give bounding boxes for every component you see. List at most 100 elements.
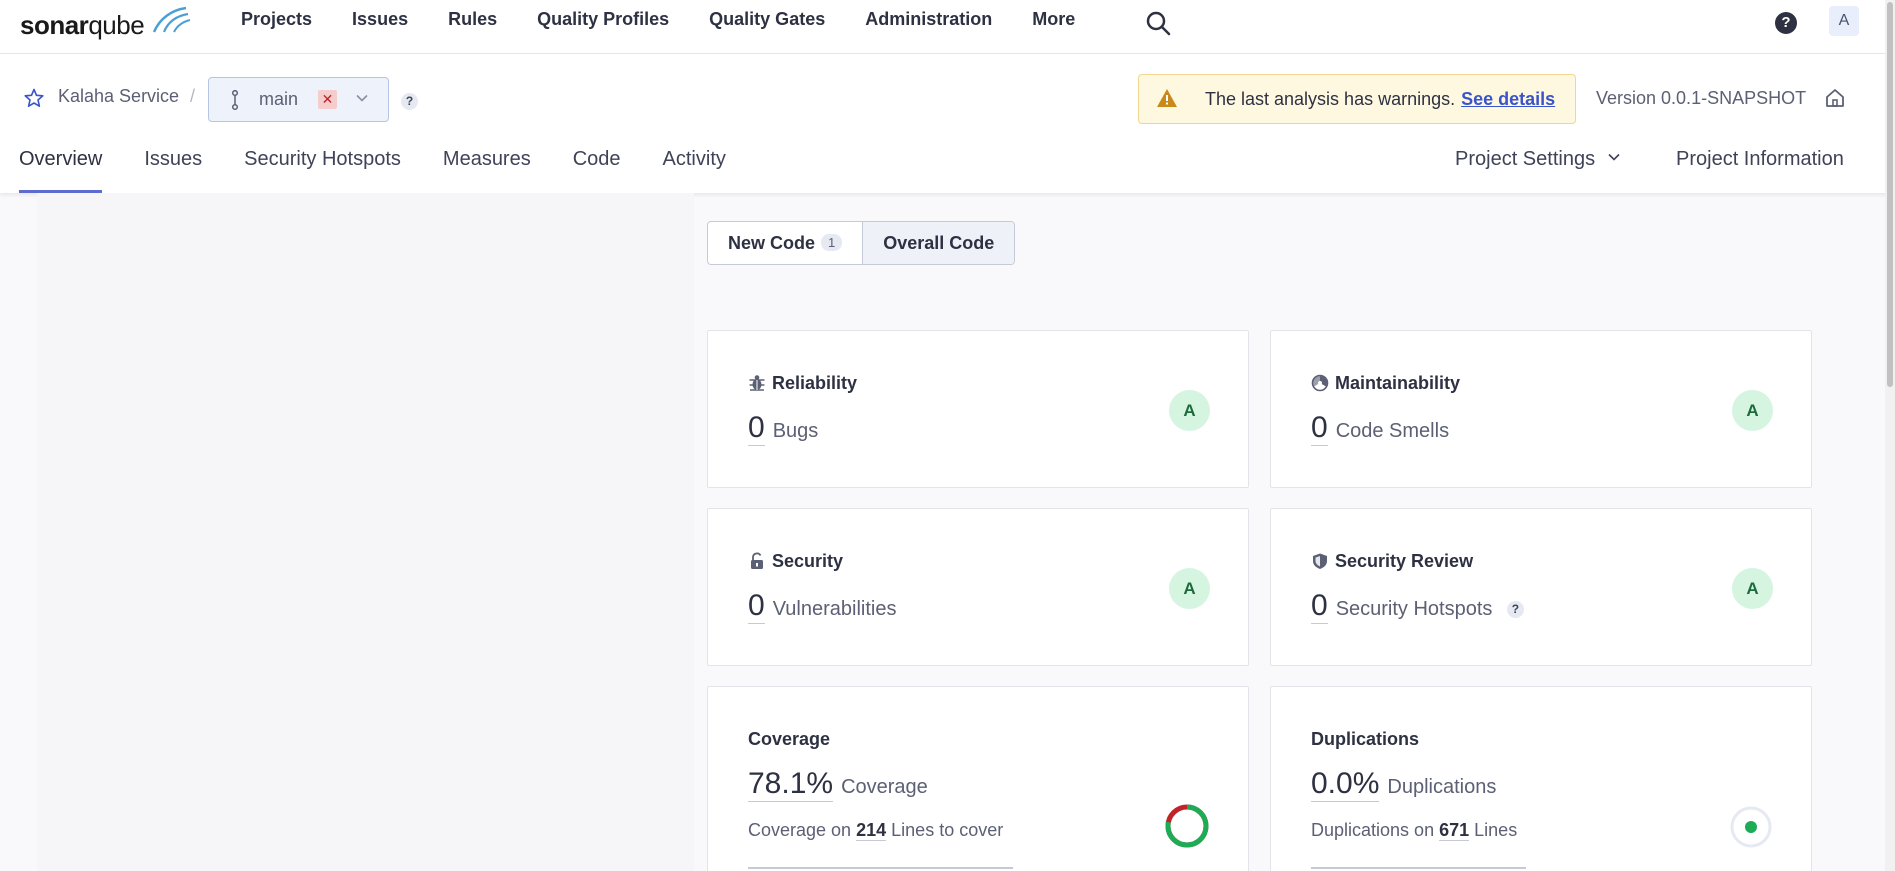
project-information-link[interactable]: Project Information	[1676, 148, 1844, 171]
new-code-label: New Code	[728, 233, 816, 253]
analysis-warning-banner: The last analysis has warnings. See detai…	[1138, 74, 1576, 124]
main-nav: Projects Issues Rules Quality Profiles Q…	[241, 0, 1115, 40]
security-review-metric: 0 Security Hotspots ?	[1311, 589, 1524, 624]
coverage-lines-suffix: Lines to cover	[891, 820, 1004, 840]
coverage-card: Coverage 78.1% Coverage Coverage on 214 L…	[707, 686, 1249, 871]
chevron-down-icon	[356, 94, 368, 102]
code-smells-count[interactable]: 0	[1311, 411, 1328, 446]
security-review-title: Security Review	[1311, 551, 1473, 572]
duplications-title: Duplications	[1311, 729, 1420, 749]
top-navigation: sonarqube Projects Issues Rules Quality …	[0, 0, 1895, 54]
branch-help-icon[interactable]: ?	[401, 93, 418, 110]
tab-overview[interactable]: Overview	[19, 146, 103, 193]
favorite-star-icon[interactable]	[24, 88, 44, 108]
breadcrumb-separator: /	[190, 86, 196, 106]
search-icon[interactable]	[1145, 10, 1171, 36]
maintainability-metric: 0 Code Smells	[1311, 411, 1450, 446]
shield-icon	[1313, 553, 1327, 569]
reliability-title: Reliability	[748, 373, 857, 394]
tab-code[interactable]: Code	[573, 146, 621, 193]
security-title: Security	[748, 551, 843, 572]
branch-selector[interactable]: main ✕	[208, 77, 389, 122]
reliability-rating-badge[interactable]: A	[1169, 390, 1210, 431]
branch-icon	[231, 90, 239, 110]
coverage-donut-chart[interactable]	[1163, 802, 1211, 850]
coverage-metric: 78.1% Coverage	[748, 767, 928, 802]
project-settings-menu[interactable]: Project Settings	[1455, 148, 1621, 171]
code-smell-icon	[1311, 374, 1329, 392]
quality-gate-failed-icon: ✕	[318, 90, 337, 109]
security-rating-badge[interactable]: A	[1169, 568, 1210, 609]
tab-security-hotspots[interactable]: Security Hotspots	[244, 146, 401, 193]
security-title-text: Security	[772, 551, 844, 571]
sonarqube-logo[interactable]: sonarqube	[20, 6, 191, 42]
maintainability-rating-badge[interactable]: A	[1732, 390, 1773, 431]
nav-issues[interactable]: Issues	[352, 0, 408, 40]
nav-projects[interactable]: Projects	[241, 0, 312, 40]
maintainability-title-text: Maintainability	[1335, 373, 1461, 393]
security-hotspots-label: Security Hotspots	[1335, 598, 1493, 620]
warning-text: The last analysis has warnings.	[1205, 89, 1456, 109]
duplications-card: Duplications 0.0% Duplications Duplicatio…	[1270, 686, 1812, 871]
security-review-title-text: Security Review	[1335, 551, 1474, 571]
nav-quality-gates[interactable]: Quality Gates	[709, 0, 825, 40]
duplications-lines-prefix: Duplications on	[1311, 820, 1435, 840]
project-settings-label: Project Settings	[1455, 148, 1596, 170]
security-metric: 0 Vulnerabilities	[748, 589, 897, 624]
nav-more[interactable]: More	[1032, 0, 1075, 40]
duplications-indicator-icon[interactable]	[1729, 805, 1773, 849]
duplicated-lines-count[interactable]: 671	[1439, 820, 1470, 841]
maintainability-card: Maintainability 0 Code Smells A	[1270, 330, 1812, 488]
code-smells-label: Code Smells	[1335, 420, 1450, 442]
reliability-card: Reliability 0 Bugs A	[707, 330, 1249, 488]
reliability-metric: 0 Bugs	[748, 411, 819, 446]
vulnerabilities-label: Vulnerabilities	[772, 598, 897, 620]
branch-name: main	[259, 89, 299, 109]
security-hotspots-count[interactable]: 0	[1311, 589, 1328, 624]
coverage-title: Coverage	[748, 729, 831, 749]
bugs-label: Bugs	[772, 420, 819, 442]
tab-measures[interactable]: Measures	[443, 146, 531, 193]
avatar[interactable]: A	[1829, 6, 1859, 36]
overall-code-button[interactable]: Overall Code	[862, 222, 1015, 264]
duplications-metric: 0.0% Duplications	[1311, 767, 1497, 802]
home-icon[interactable]	[1824, 87, 1846, 109]
tab-issues[interactable]: Issues	[144, 146, 202, 193]
project-name[interactable]: Kalaha Service	[58, 86, 179, 107]
see-details-link[interactable]: See details	[1461, 89, 1555, 109]
page-scrollbar-thumb[interactable]	[1887, 2, 1893, 387]
maintainability-title: Maintainability	[1311, 373, 1460, 394]
bugs-count[interactable]: 0	[748, 411, 765, 446]
nav-rules[interactable]: Rules	[448, 0, 497, 40]
security-review-rating-badge[interactable]: A	[1732, 568, 1773, 609]
coverage-lines-prefix: Coverage on	[748, 820, 852, 840]
project-tabs: Overview Issues Security Hotspots Measur…	[19, 146, 768, 193]
duplications-lines: Duplications on 671 Lines	[1311, 820, 1517, 841]
vulnerabilities-count[interactable]: 0	[748, 589, 765, 624]
warning-icon	[1157, 89, 1177, 107]
code-period-toggle: New Code 1 Overall Code	[707, 221, 1016, 265]
coverage-value[interactable]: 78.1%	[748, 767, 834, 802]
coverage-divider	[748, 867, 1013, 869]
reliability-title-text: Reliability	[772, 373, 858, 393]
logo-waves-icon	[152, 6, 191, 33]
quality-gate-panel	[37, 193, 694, 871]
new-code-count-badge: 1	[821, 234, 843, 251]
help-icon[interactable]: ?	[1775, 12, 1797, 34]
nav-quality-profiles[interactable]: Quality Profiles	[537, 0, 669, 40]
duplications-label: Duplications	[1387, 776, 1497, 798]
lines-to-cover-count[interactable]: 214	[856, 820, 887, 841]
security-card: Security 0 Vulnerabilities A	[707, 508, 1249, 666]
bug-icon	[749, 375, 765, 391]
logo-text: sonarqube	[20, 10, 145, 40]
nav-administration[interactable]: Administration	[865, 0, 992, 40]
security-hotspots-help-icon[interactable]: ?	[1506, 601, 1524, 618]
lock-icon	[751, 552, 763, 569]
new-code-button[interactable]: New Code 1	[708, 222, 862, 264]
project-header: Kalaha Service / main ✕ ? The last analy…	[0, 54, 1895, 193]
duplications-value[interactable]: 0.0%	[1311, 767, 1380, 802]
tab-activity[interactable]: Activity	[663, 146, 726, 193]
chevron-down-icon	[1608, 153, 1620, 161]
project-version: Version 0.0.1-SNAPSHOT	[1596, 88, 1807, 108]
warning-message: The last analysis has warnings. See detai…	[1205, 89, 1555, 110]
